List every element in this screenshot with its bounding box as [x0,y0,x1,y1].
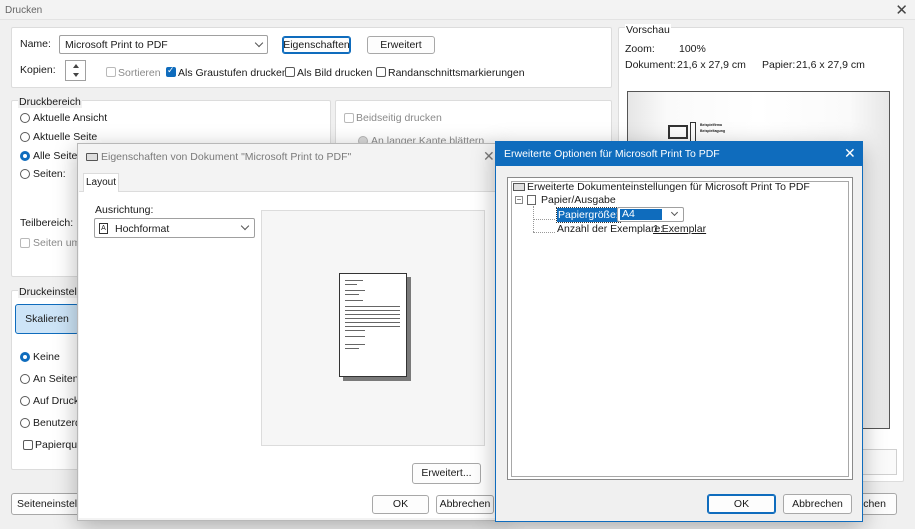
spinner-down-icon[interactable] [73,73,79,77]
scale-none-radio[interactable] [20,352,30,362]
tree-document-icon [527,195,536,205]
advanced-titlebar: Erweiterte Optionen für Microsoft Print … [496,142,862,166]
settings-tree[interactable]: Erweiterte Dokumenteinstellungen für Mic… [507,177,853,480]
orientation-value: Hochformat [115,223,170,235]
advanced-ok-button[interactable]: OK [707,494,776,514]
check-icon: ✓ [167,65,175,75]
advanced-button[interactable]: Erweitert [367,36,435,54]
document-size: 21,6 x 27,9 cm [677,59,746,71]
advanced-cancel-button[interactable]: Abbrechen [783,494,852,514]
range-current-page-label: Aktuelle Seite [33,131,98,143]
paper-source-label: Papierque [35,439,83,451]
tower-icon [690,122,696,142]
tree-paper-label: Papier/Ausgabe [541,194,616,206]
reverse-pages-checkbox[interactable] [20,238,30,248]
collate-checkbox[interactable] [106,67,116,77]
scale-custom-radio[interactable] [20,418,30,428]
tree-collapse-icon[interactable]: − [515,196,523,204]
scale-print-label: Auf Druck [33,395,80,407]
page-thumbnail [339,273,407,377]
printer-icon [86,153,98,161]
tree-printer-icon [513,183,525,191]
preview-doc-line2: Beispieltagung [700,129,726,133]
crop-marks-label: Randanschnittsmarkierungen [388,67,525,79]
crop-marks-checkbox[interactable] [376,67,386,77]
printer-select[interactable]: Microsoft Print to PDF [59,35,268,54]
chevron-down-icon [254,38,264,48]
tree-connector [533,219,555,220]
range-pages-label: Seiten: [33,168,66,180]
scale-none-label: Keine [33,351,60,363]
grayscale-label: Als Graustufen drucken [178,67,288,79]
zoom-label: Zoom: [625,43,655,55]
paper-size-value: A4 [620,209,662,220]
properties-dialog: Eigenschaften von Dokument "Microsoft Pr… [77,143,502,521]
properties-cancel-button[interactable]: Abbrechen [436,495,494,514]
as-image-checkbox[interactable] [285,67,295,77]
reverse-pages-label: Seiten uml [33,237,83,249]
scale-fit-radio[interactable] [20,374,30,384]
range-current-view-label: Aktuelle Ansicht [33,112,108,124]
portrait-icon: A [99,223,108,234]
range-all-pages-label: Alle Seiten [33,150,84,162]
scale-fit-label: An Seitenr [33,373,83,385]
as-image-label: Als Bild drucken [297,67,373,79]
advanced-dialog: Erweiterte Optionen für Microsoft Print … [495,141,863,522]
print-range-title: Druckbereich [18,96,82,108]
properties-ok-button[interactable]: OK [372,495,429,514]
scale-print-radio[interactable] [20,396,30,406]
paper-source-checkbox[interactable] [23,440,33,450]
copies-spinner[interactable] [65,60,86,81]
print-settings-title: Druckeinstellu [18,286,86,298]
paper-label: Papier: [762,59,796,71]
properties-advanced-button[interactable]: Erweitert... [412,463,481,484]
range-current-page-radio[interactable] [20,132,30,142]
close-icon[interactable]: ✕ [483,148,495,165]
spinner-up-icon[interactable] [73,64,79,68]
grayscale-checkbox[interactable]: ✓ [166,65,176,77]
preview-doc-line1: Beispielfirma [700,123,722,127]
copies-count-label: Anzahl der Exemplare: [557,223,664,235]
preview-title: Vorschau [625,24,671,36]
layout-preview-area [261,210,485,446]
name-label: Name: [20,38,51,50]
paper-size-label: Papiergröße: [556,207,621,223]
zoom-value: 100% [679,43,706,55]
scale-tab[interactable]: Skalieren [15,304,79,334]
close-icon[interactable]: ✕ [895,1,908,19]
computer-icon [668,125,688,139]
paper-size-select[interactable]: A4 [617,207,684,222]
range-pages-radio[interactable] [20,169,30,179]
printer-select-value: Microsoft Print to PDF [65,39,168,51]
duplex-label: Beidseitig drucken [356,112,442,124]
close-icon[interactable]: ✕ [844,145,856,162]
paper-size: 21,6 x 27,9 cm [796,59,865,71]
chevron-down-icon [670,208,679,217]
advanced-title: Erweiterte Optionen für Microsoft Print … [504,148,720,160]
chevron-down-icon [240,221,250,231]
collate-label: Sortieren [118,67,161,79]
copies-count-value[interactable]: 1 Exemplar [653,223,706,235]
properties-titlebar: Eigenschaften von Dokument "Microsoft Pr… [78,144,501,168]
print-dialog-titlebar: Drucken ✕ [0,0,915,20]
properties-button[interactable]: Eigenschaften [282,36,351,54]
tree-connector [533,232,555,233]
duplex-checkbox[interactable] [344,113,354,123]
document-label: Dokument: [625,59,676,71]
orientation-label: Ausrichtung: [95,204,154,216]
orientation-select[interactable]: A Hochformat [94,218,255,238]
tree-root-label: Erweiterte Dokumenteinstellungen für Mic… [527,181,810,193]
print-dialog-title: Drucken [5,5,43,16]
properties-title: Eigenschaften von Dokument "Microsoft Pr… [101,151,352,163]
scale-custom-label: Benutzerd [33,417,81,429]
tab-layout[interactable]: Layout [83,173,119,192]
copies-label: Kopien: [20,64,56,76]
range-all-pages-radio[interactable] [20,151,30,161]
range-current-view-radio[interactable] [20,113,30,123]
subset-label: Teilbereich: [20,217,74,229]
